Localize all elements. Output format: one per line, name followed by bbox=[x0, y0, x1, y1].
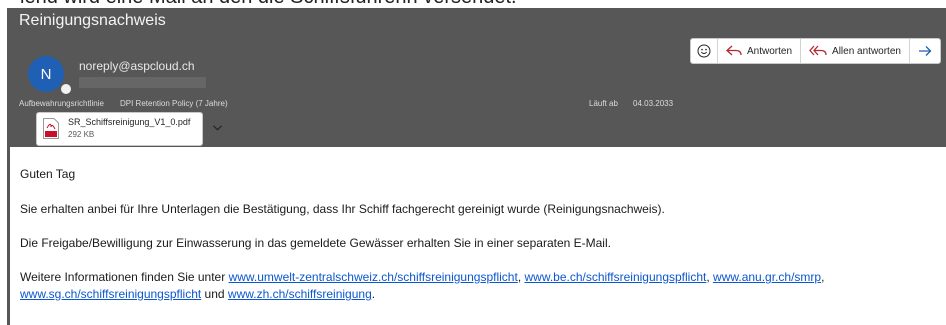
sender-address[interactable]: noreply@aspcloud.ch bbox=[79, 59, 195, 73]
presence-status-icon bbox=[60, 83, 72, 95]
forward-arrow-icon bbox=[918, 46, 932, 56]
reply-all-label: Allen antworten bbox=[832, 45, 901, 57]
body-paragraph-info: Weitere Informationen finden Sie unter w… bbox=[20, 269, 946, 303]
reply-label: Antworten bbox=[747, 45, 793, 57]
recipient-redacted bbox=[79, 77, 206, 88]
link-zh[interactable]: www.zh.ch/schiffsreinigung bbox=[228, 287, 372, 301]
background-document-text: iend wird eine Mail an den die Schiffsfu… bbox=[0, 0, 946, 8]
reply-all-button[interactable]: Allen antworten bbox=[800, 39, 909, 63]
smiley-icon bbox=[697, 44, 711, 58]
attachment-size: 292 KB bbox=[68, 130, 95, 139]
email-header: Reinigungsnachweis N noreply@aspcloud.ch… bbox=[7, 8, 946, 147]
sentence-end: . bbox=[371, 287, 376, 301]
link-anu-gr[interactable]: www.anu.gr.ch/smrp bbox=[713, 270, 821, 284]
body-paragraph-confirmation: Sie erhalten anbei für Ihre Unterlagen d… bbox=[20, 202, 665, 216]
email-subject: Reinigungsnachweis bbox=[19, 12, 166, 29]
chevron-down-icon[interactable] bbox=[213, 125, 222, 131]
expiry-date: 04.03.2033 bbox=[633, 99, 674, 108]
link-separator: , bbox=[821, 270, 825, 284]
reply-button[interactable]: Antworten bbox=[717, 39, 800, 63]
avatar-initial: N bbox=[40, 65, 52, 83]
link-separator: und bbox=[201, 287, 228, 301]
body-paragraph-permit: Die Freigabe/Bewilligung zur Einwasserun… bbox=[20, 236, 611, 250]
background-document-line: iend wird eine Mail an den die Schiffsfu… bbox=[20, 0, 517, 8]
pdf-icon bbox=[43, 118, 59, 139]
retention-policy-label: Aufbewahrungsrichtlinie bbox=[19, 99, 104, 108]
retention-policy-value[interactable]: DPI Retention Policy (7 Jahre) bbox=[120, 99, 228, 108]
sender-avatar[interactable]: N bbox=[28, 56, 64, 92]
link-be[interactable]: www.be.ch/schiffsreinigungspflicht bbox=[524, 270, 706, 284]
info-prefix: Weitere Informationen finden Sie unter bbox=[20, 270, 229, 284]
expiry-label: Läuft ab bbox=[589, 99, 618, 108]
emoji-reaction-button[interactable] bbox=[691, 39, 717, 63]
forward-button[interactable] bbox=[908, 39, 940, 63]
message-body-border bbox=[7, 147, 10, 325]
reply-all-arrow-icon bbox=[809, 45, 827, 56]
message-action-toolbar: Antworten Allen antworten bbox=[690, 38, 941, 64]
link-sg[interactable]: www.sg.ch/schiffsreinigungspflicht bbox=[20, 287, 201, 301]
reply-arrow-icon bbox=[726, 45, 742, 56]
link-umwelt-zentralschweiz[interactable]: www.umwelt-zentralschweiz.ch/schiffsrein… bbox=[229, 270, 518, 284]
attachment-card[interactable]: SR_Schiffsreinigung_V1_0.pdf 292 KB bbox=[36, 112, 222, 146]
greeting: Guten Tag bbox=[20, 167, 76, 181]
attachment-filename: SR_Schiffsreinigung_V1_0.pdf bbox=[68, 117, 191, 127]
